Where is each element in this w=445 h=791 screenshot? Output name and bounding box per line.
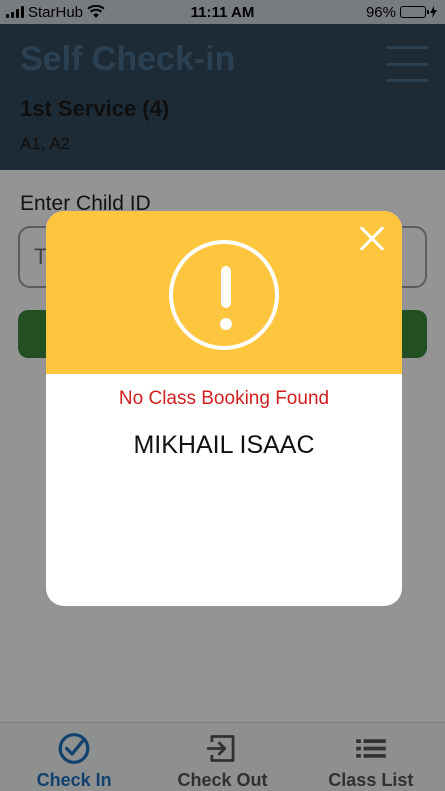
warning-icon [169, 240, 279, 350]
close-icon[interactable] [358, 225, 386, 253]
child-name: MIKHAIL ISAAC [133, 431, 315, 459]
alert-modal: No Class Booking Found MIKHAIL ISAAC [46, 211, 402, 606]
error-message: No Class Booking Found [118, 388, 330, 409]
modal-header [46, 211, 402, 374]
